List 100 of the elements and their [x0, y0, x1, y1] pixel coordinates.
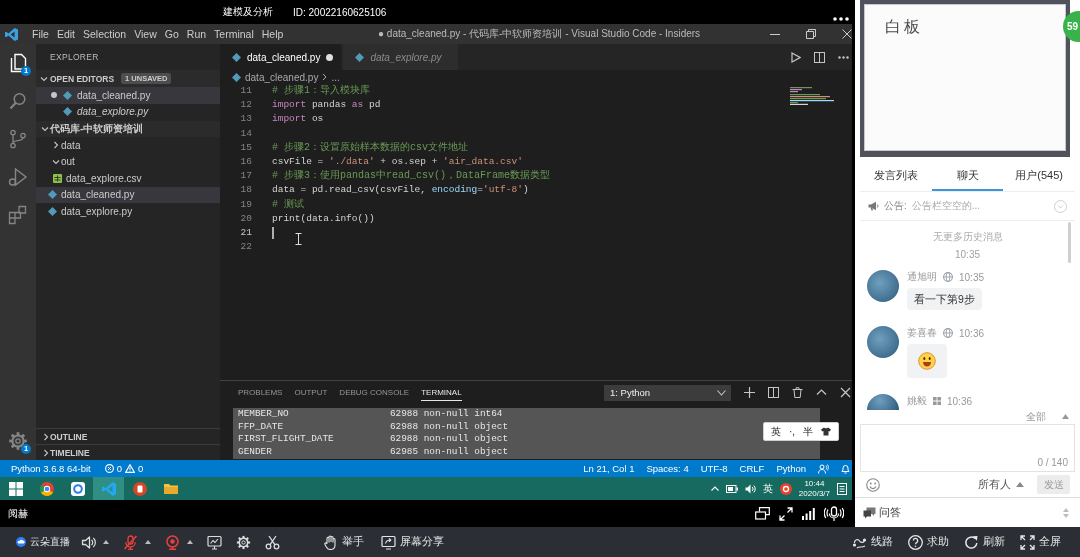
table-file-icon	[53, 173, 62, 183]
share-screen-button[interactable]: 屏幕分享	[381, 534, 444, 550]
speaker-icon[interactable]	[744, 483, 756, 494]
chevron-up-icon[interactable]	[816, 387, 827, 398]
restore-icon[interactable]	[806, 29, 816, 39]
camera-icon[interactable]	[165, 534, 180, 550]
editor-tab[interactable]: data_cleaned.py	[220, 44, 342, 70]
shirt-icon[interactable]	[821, 427, 832, 436]
scissors-icon[interactable]	[265, 534, 280, 550]
status-item[interactable]: Ln 21, Col 1	[583, 463, 635, 474]
help-button[interactable]: 求助	[908, 534, 949, 550]
open-editor-item[interactable]: data_cleaned.py	[36, 87, 220, 104]
split-icon[interactable]	[768, 387, 779, 398]
status-item[interactable]: UTF-8	[700, 463, 728, 474]
menu-item[interactable]: View	[134, 28, 157, 40]
chevron-right-icon[interactable]	[42, 448, 50, 457]
expand-icon[interactable]	[779, 506, 793, 521]
menu-item[interactable]: Run	[186, 28, 207, 40]
menu-item[interactable]: File	[32, 28, 49, 40]
start-icon	[8, 481, 23, 496]
chevron-right-icon	[322, 73, 328, 81]
scrollbar-thumb	[1068, 222, 1071, 263]
chat-tab[interactable]: 发言列表	[860, 162, 932, 191]
split-editor-icon[interactable]	[814, 51, 825, 63]
microphone-muted-icon[interactable]	[123, 534, 138, 550]
clock-date[interactable]: 2020/3/7	[798, 488, 830, 498]
panel-tab[interactable]: OUTPUT	[294, 384, 328, 401]
person-icon[interactable]	[818, 463, 829, 474]
status-item[interactable]: Spaces: 4	[646, 463, 689, 474]
breadcrumb-item[interactable]: data_cleaned.py	[245, 71, 319, 83]
folder-header[interactable]: 代码库-中软师资培训	[36, 121, 220, 137]
status-item[interactable]: CRLF	[739, 463, 765, 474]
menu-item[interactable]: Edit	[56, 28, 75, 40]
menu-item[interactable]: Selection	[83, 28, 127, 40]
chevron-up-icon[interactable]	[710, 486, 719, 491]
panel-tab[interactable]: PROBLEMS	[238, 384, 283, 401]
speaker-icon[interactable]	[81, 534, 96, 550]
route-button[interactable]: 线路	[852, 534, 893, 550]
tree-item[interactable]: data_cleaned.py	[36, 186, 220, 203]
caret-up-icon[interactable]	[187, 540, 193, 544]
round-app-icon[interactable]	[779, 482, 792, 495]
menu-item[interactable]: Help	[261, 28, 284, 40]
unsaved-dot-icon[interactable]	[326, 53, 334, 61]
branch-icon[interactable]	[8, 129, 28, 149]
breadcrumb-item[interactable]: ...	[331, 71, 340, 83]
more-icon[interactable]	[833, 17, 849, 21]
chevron-down-icon[interactable]	[52, 157, 60, 166]
blocks-icon[interactable]	[8, 205, 28, 225]
terminal-dropdown[interactable]: 1: Python	[604, 384, 731, 401]
notification-icon[interactable]	[837, 482, 847, 495]
panel-tab[interactable]: TERMINAL	[421, 384, 462, 401]
caret-up-icon[interactable]	[145, 540, 151, 544]
chevron-right-icon[interactable]	[42, 432, 50, 441]
recipient-dropdown[interactable]: 所有人	[978, 477, 1024, 492]
unsaved-dot-icon[interactable]	[51, 92, 57, 99]
ime-indicator[interactable]: 英	[762, 481, 773, 496]
switch-screen-icon[interactable]	[755, 506, 770, 521]
search-icon[interactable]	[8, 91, 28, 111]
panel-tab[interactable]: DEBUG CONSOLE	[339, 384, 410, 401]
section-header[interactable]: OUTLINE	[36, 428, 220, 444]
chat-tab[interactable]: 用户(545)	[1003, 162, 1075, 191]
chevron-down-icon[interactable]	[41, 125, 49, 133]
tree-item[interactable]: data_explore.py	[36, 203, 220, 220]
documents-icon[interactable]	[8, 53, 28, 73]
close-icon[interactable]	[842, 29, 852, 39]
microphone-icon[interactable]	[824, 505, 844, 522]
gear-icon[interactable]	[236, 534, 251, 550]
tree-item[interactable]: data	[36, 137, 220, 154]
status-item[interactable]: Python 3.6.8 64-bit	[11, 463, 91, 474]
tree-item[interactable]: out	[36, 153, 220, 170]
trash-icon[interactable]	[792, 387, 803, 398]
menu-item[interactable]: Terminal	[214, 28, 254, 40]
menu-item[interactable]: Go	[164, 28, 179, 40]
raise-hand-button[interactable]: 举手	[323, 534, 364, 550]
caret-up-icon[interactable]	[103, 540, 109, 544]
chevron-right-icon[interactable]	[52, 141, 60, 150]
presenter-name: 阅赫	[8, 506, 28, 521]
status-item[interactable]: Python	[776, 463, 806, 474]
error-count: 0	[116, 463, 123, 474]
monitor-icon[interactable]	[207, 534, 222, 550]
clock-time[interactable]: 10:44	[804, 479, 825, 489]
plus-icon[interactable]	[744, 387, 755, 398]
code-line: # 步骤1：导入模块库	[272, 84, 370, 98]
refresh-button[interactable]: 刷新	[964, 534, 1005, 550]
i-beam-pointer-icon	[295, 233, 302, 245]
close-icon[interactable]	[840, 387, 851, 398]
fullscreen-button[interactable]: 全屏	[1020, 534, 1061, 550]
battery-icon[interactable]	[725, 484, 738, 493]
question-circle-icon	[908, 534, 923, 550]
chevron-down-icon[interactable]	[40, 74, 48, 83]
bell-icon[interactable]	[841, 463, 850, 474]
play-icon[interactable]	[790, 51, 801, 63]
gear-icon[interactable]	[8, 431, 28, 451]
tree-item[interactable]: data_explore.csv	[36, 170, 220, 187]
code-line: import os	[272, 112, 324, 127]
open-editor-item[interactable]: data_explore.py	[36, 103, 220, 120]
smiley-icon[interactable]	[866, 477, 880, 492]
more-icon[interactable]	[838, 55, 849, 59]
chat-tab[interactable]: 聊天	[931, 162, 1004, 191]
editor-tab[interactable]: data_explore.py	[343, 44, 458, 70]
